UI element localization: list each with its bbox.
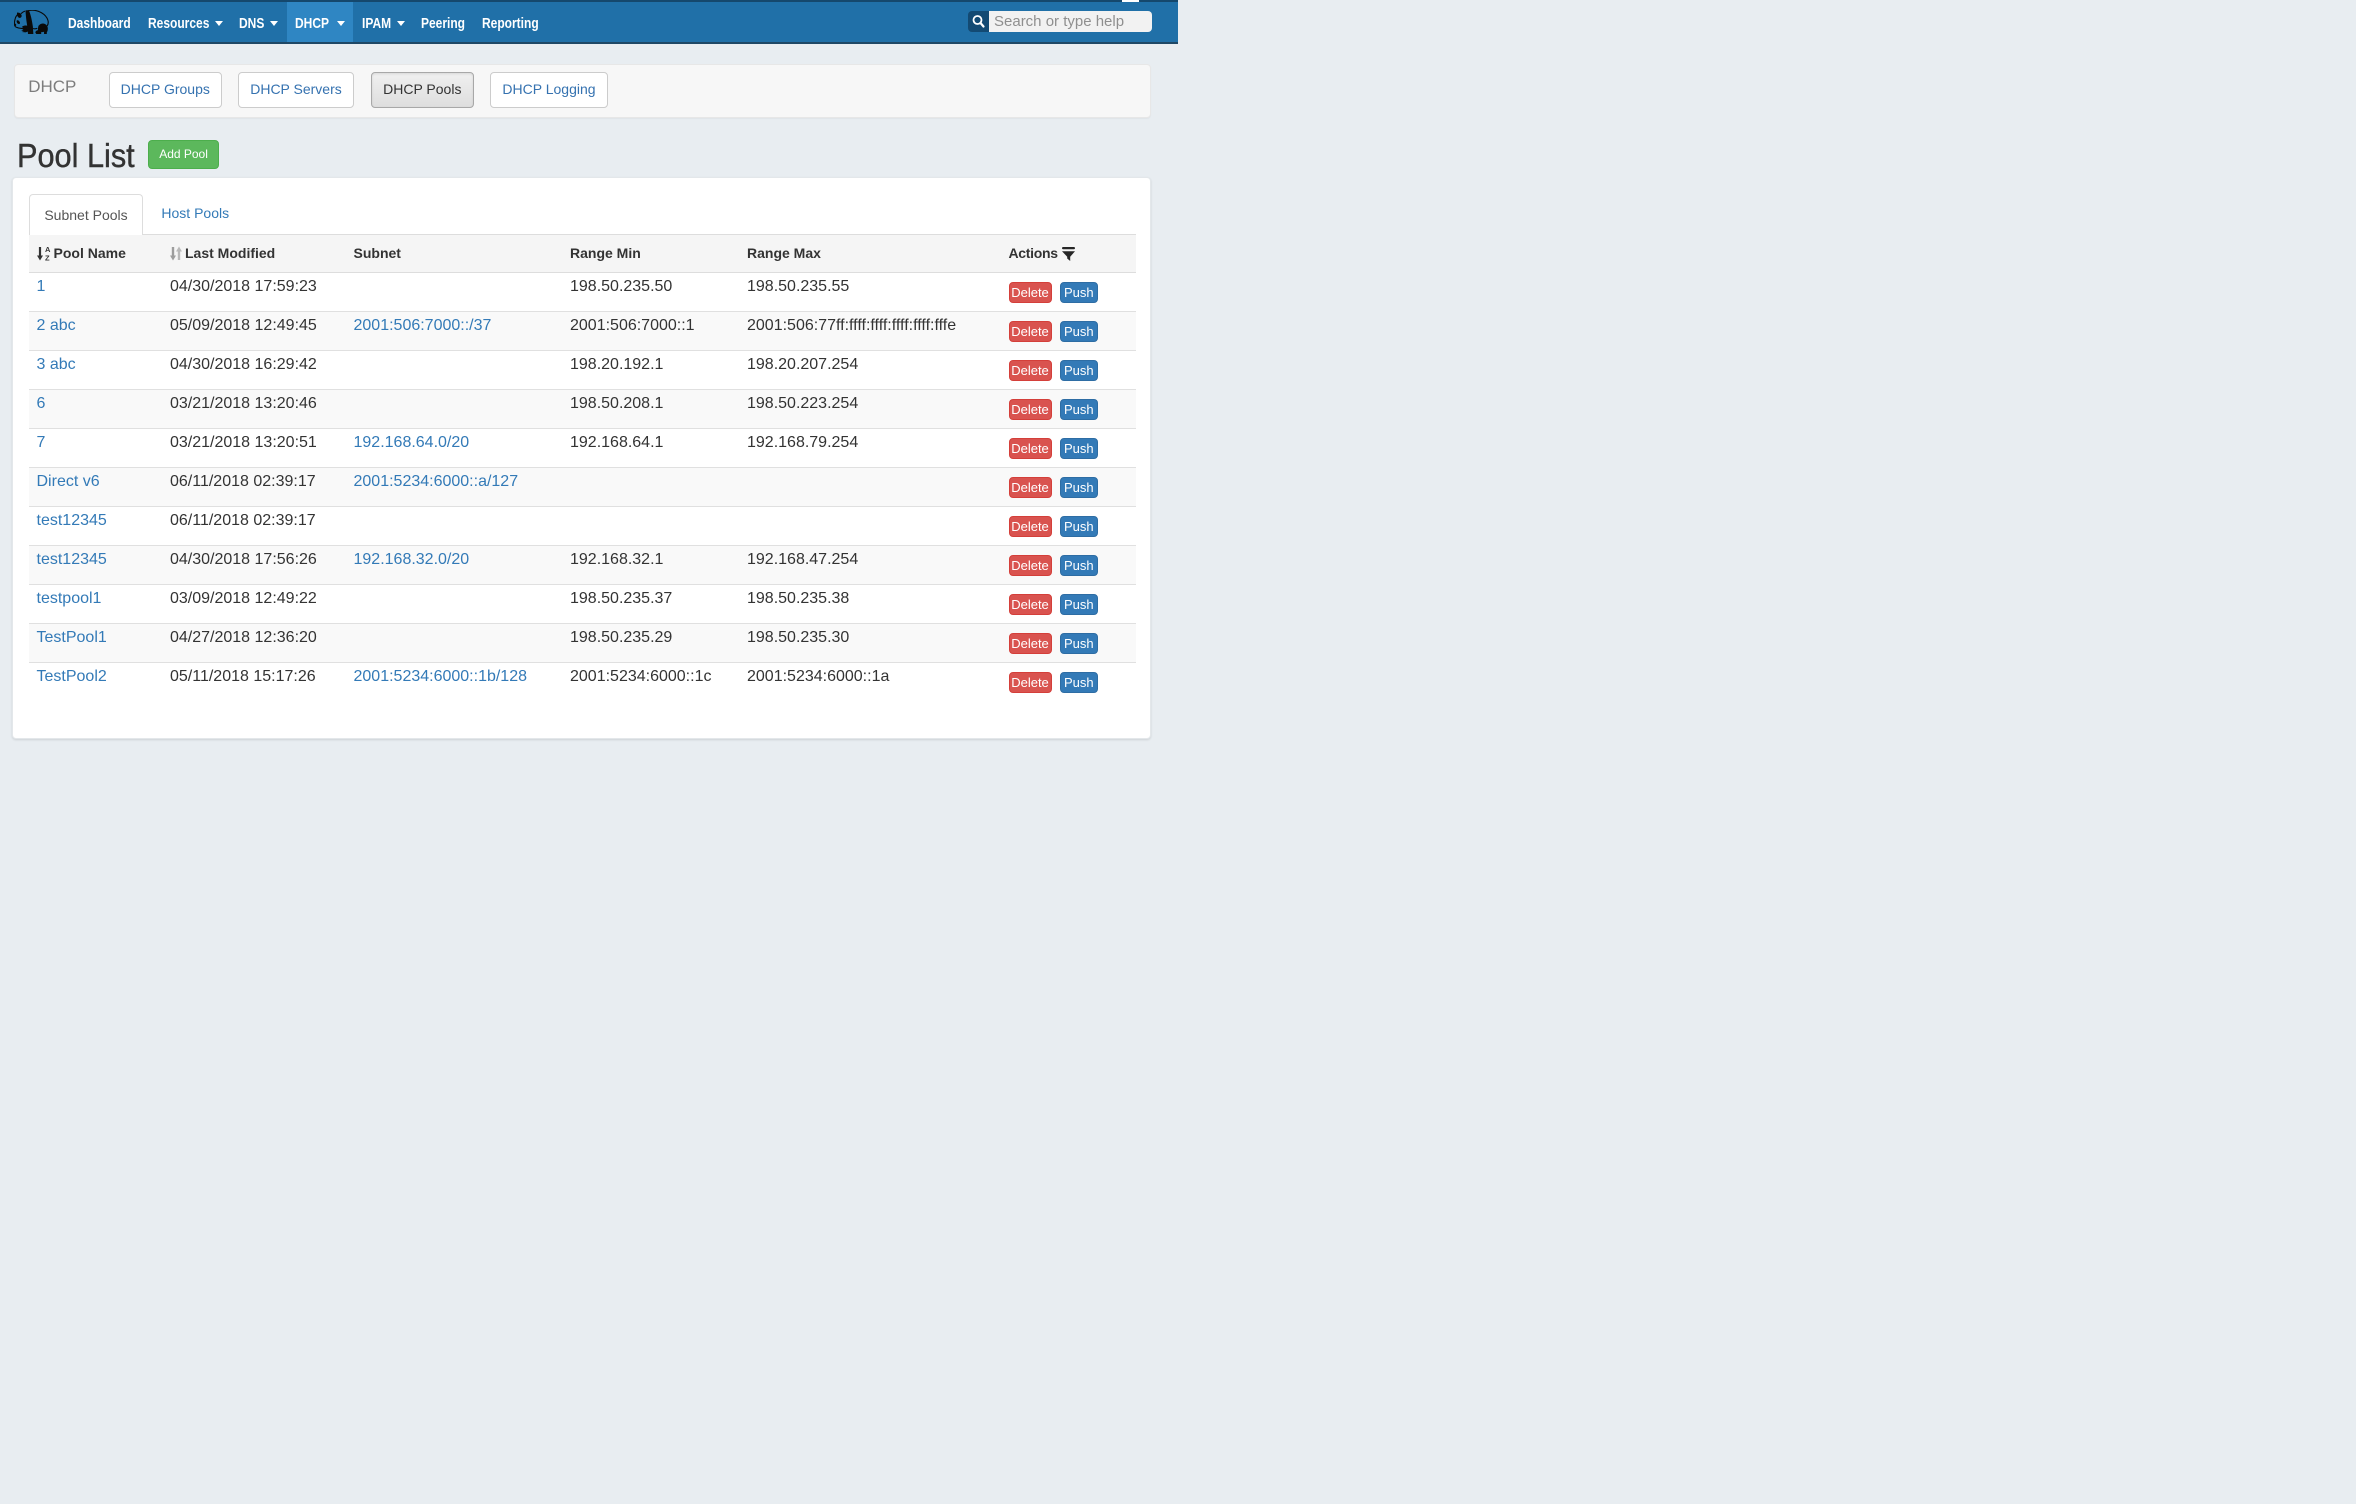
svg-text:Z: Z	[45, 254, 50, 262]
